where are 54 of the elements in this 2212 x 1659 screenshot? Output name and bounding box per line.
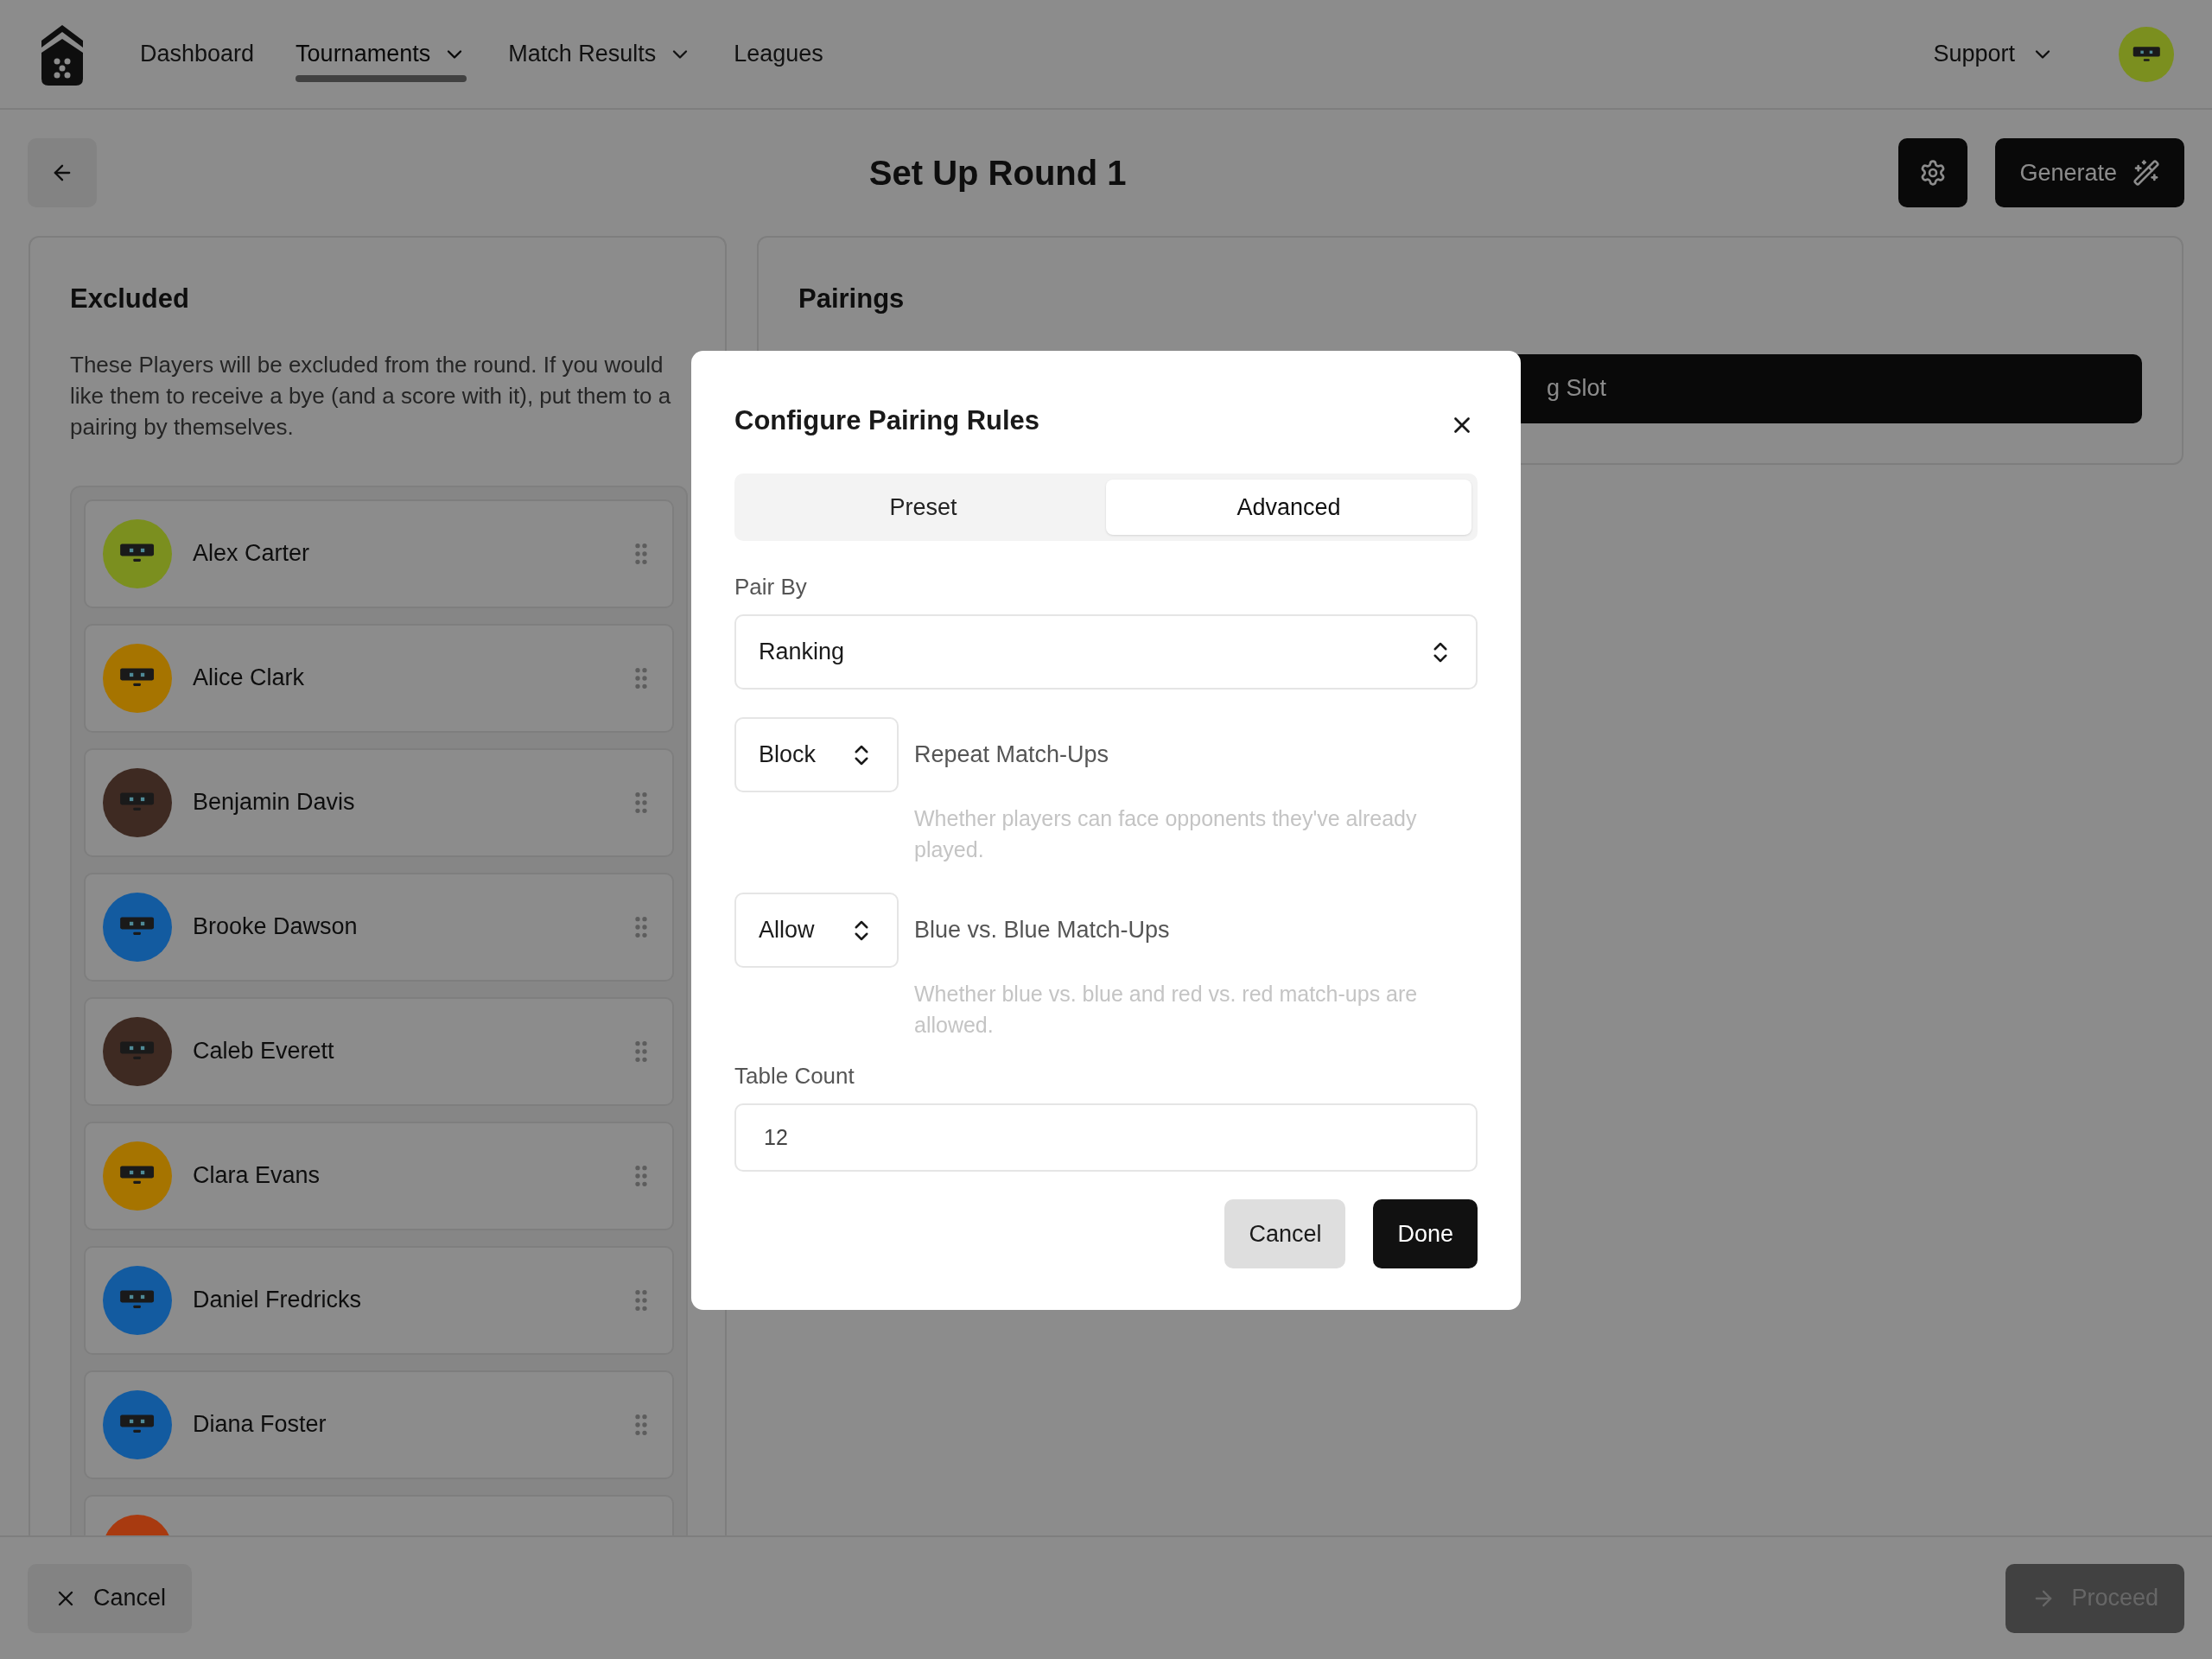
rule-description: Whether players can face opponents they've already played. — [914, 805, 1418, 863]
rule-select[interactable]: Block — [734, 717, 899, 792]
player-name: Daniel Fredricks — [193, 1286, 363, 1315]
pair-by-select[interactable]: Ranking — [734, 614, 1478, 690]
robot-face-icon — [118, 543, 156, 563]
player-card[interactable]: Alice Clark — [84, 623, 674, 733]
player-card[interactable]: Caleb Everett — [84, 996, 674, 1106]
nav-link[interactable]: Tournaments — [296, 0, 467, 108]
page-title: Set Up Round 1 — [868, 153, 1127, 194]
dialog-cancel-button[interactable]: Cancel — [1224, 1199, 1346, 1268]
tab[interactable]: Advanced — [1106, 480, 1471, 535]
table-count-field[interactable]: 12 — [734, 1103, 1478, 1172]
player-card[interactable]: Daniel Fredricks — [84, 1245, 674, 1355]
player-card[interactable]: Clara Evans — [84, 1121, 674, 1230]
robot-face-icon — [118, 792, 156, 812]
nav-link[interactable]: Dashboard — [140, 0, 255, 108]
player-name: Caleb Everett — [193, 1037, 335, 1066]
rule-select[interactable]: Allow — [734, 893, 899, 968]
rule-label: Repeat Match-Ups — [914, 741, 1110, 770]
support-menu[interactable]: Support — [1933, 36, 2055, 72]
panel-heading: Excluded — [70, 283, 190, 315]
robot-face-icon — [118, 1041, 156, 1061]
robot-face-icon — [118, 1166, 156, 1185]
field-label: Table Count — [734, 1062, 855, 1090]
player-card[interactable]: Alex Carter — [84, 499, 674, 608]
panel-description: These Players will be excluded from the round. If you would like them to receive a bye (and a score with it), put them to a pairing by themselves. — [70, 350, 672, 442]
player-name: Alex Carter — [193, 539, 311, 569]
done-button[interactable]: Done — [1373, 1199, 1478, 1268]
rule-description: Whether blue vs. blue and red vs. red match-ups are allowed. — [914, 981, 1419, 1039]
player-card[interactable]: Diana Foster — [84, 1370, 674, 1479]
rule-label: Blue vs. Blue Match-Ups — [914, 916, 1171, 945]
player-name: Clara Evans — [193, 1161, 321, 1191]
player-name: Benjamin Davis — [193, 788, 356, 817]
robot-face-icon — [118, 1414, 156, 1434]
player-name: Brooke Dawson — [193, 912, 359, 942]
generate-button[interactable]: Generate — [1995, 138, 2184, 207]
robot-face-icon — [118, 917, 156, 937]
player-name: Alice Clark — [193, 664, 306, 693]
back-button[interactable] — [28, 138, 97, 207]
robot-face-icon — [118, 668, 156, 688]
robot-face-icon — [118, 1290, 156, 1310]
tab[interactable]: Preset — [741, 480, 1106, 535]
dialog-title: Configure Pairing Rules — [734, 404, 1040, 437]
nav-link[interactable]: Match Results — [508, 0, 693, 108]
player-name: Diana Foster — [193, 1410, 327, 1440]
robot-face-icon — [2131, 46, 2162, 62]
settings-button[interactable] — [1898, 138, 1968, 207]
player-card[interactable]: Brooke Dawson — [84, 872, 674, 982]
field-label: Pair By — [734, 573, 808, 601]
nav-link[interactable]: Leagues — [734, 0, 823, 108]
player-card[interactable]: Benjamin Davis — [84, 747, 674, 857]
panel-heading: Pairings — [798, 283, 906, 315]
cancel-button[interactable]: Cancel — [28, 1563, 193, 1633]
magic-wand-icon — [2133, 159, 2160, 187]
